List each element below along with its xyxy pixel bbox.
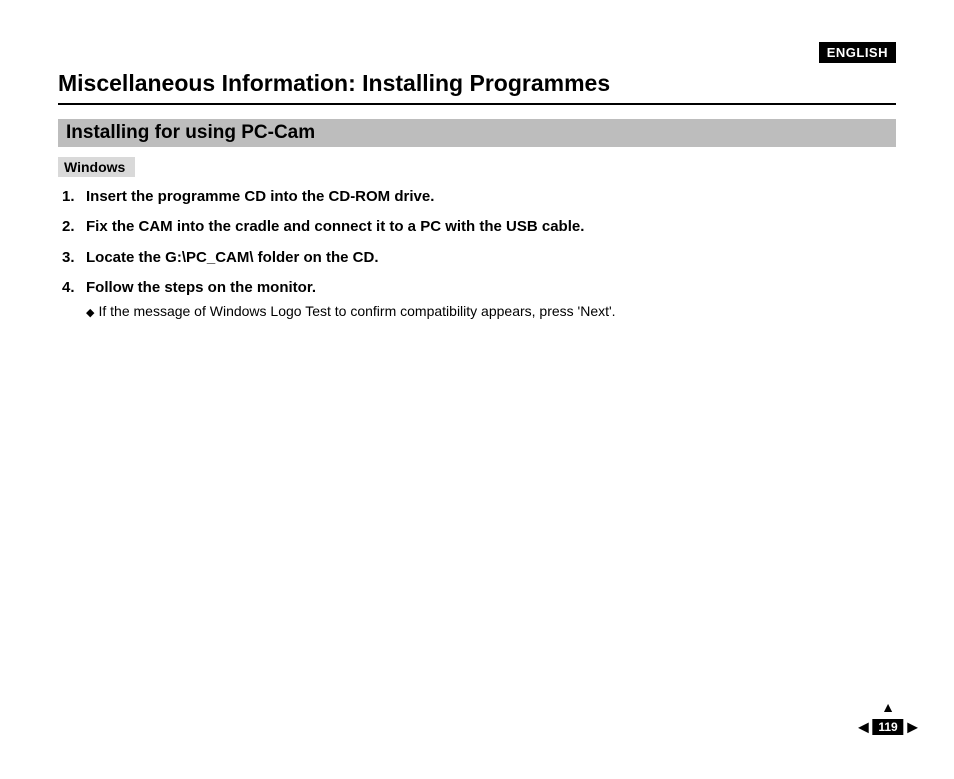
step-number: 3. xyxy=(62,248,86,268)
section-heading: Installing for using PC-Cam xyxy=(58,119,896,147)
page-number-ornament: ▲ ◀ ▶ 119 xyxy=(862,709,914,745)
page-number: 119 xyxy=(872,719,903,735)
step-number: 1. xyxy=(62,187,86,207)
step-text: Fix the CAM into the cradle and connect … xyxy=(86,218,584,235)
manual-page: ENGLISH Miscellaneous Information: Insta… xyxy=(0,0,954,779)
step-sub-content: If the message of Windows Logo Test to c… xyxy=(98,303,615,319)
page-title: Miscellaneous Information: Installing Pr… xyxy=(58,70,896,97)
step-text: Insert the programme CD into the CD-ROM … xyxy=(86,188,434,205)
triangle-up-icon: ▲ xyxy=(881,699,895,715)
step-number: 4. xyxy=(62,278,86,298)
diamond-icon: ◆ xyxy=(86,307,94,319)
language-tag: ENGLISH xyxy=(819,42,896,63)
title-divider xyxy=(58,103,896,105)
step-number: 2. xyxy=(62,217,86,237)
triangle-right-icon: ▶ xyxy=(907,719,918,736)
step-subtext: ◆ If the message of Windows Logo Test to … xyxy=(62,302,896,321)
triangle-left-icon: ◀ xyxy=(858,719,869,736)
step-text: Locate the G:\PC_CAM\ folder on the CD. xyxy=(86,249,379,266)
step-item: 2.Fix the CAM into the cradle and connec… xyxy=(62,217,896,237)
step-item: 4.Follow the steps on the monitor. ◆ If t… xyxy=(62,278,896,321)
os-tag: Windows xyxy=(58,157,135,177)
step-item: 1.Insert the programme CD into the CD-RO… xyxy=(62,187,896,207)
step-item: 3.Locate the G:\PC_CAM\ folder on the CD… xyxy=(62,248,896,268)
step-text: Follow the steps on the monitor. xyxy=(86,279,316,296)
steps-list: 1.Insert the programme CD into the CD-RO… xyxy=(58,187,896,321)
